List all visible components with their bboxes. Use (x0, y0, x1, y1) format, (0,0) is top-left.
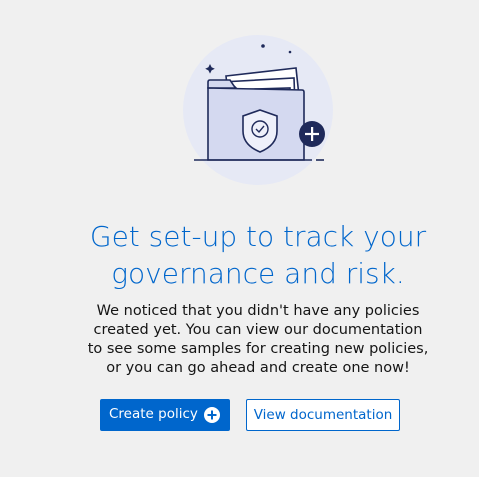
view-documentation-button[interactable]: View documentation (246, 399, 400, 431)
empty-state: Get set-up to track your governance and … (0, 0, 479, 477)
heading-line: Get set-up to track your (89, 220, 427, 253)
create-policy-button[interactable]: Create policy (100, 399, 230, 431)
create-policy-label: Create policy (109, 406, 198, 422)
body-line: or you can go ahead and create one now! (106, 360, 410, 376)
heading-line: governance and risk. (111, 257, 405, 290)
empty-state-body: We noticed that you didn't have any poli… (0, 302, 479, 378)
body-line: to see some samples for creating new pol… (87, 341, 429, 357)
body-line: We noticed that you didn't have any poli… (96, 303, 420, 319)
folder-shield-icon (183, 35, 333, 185)
body-line: created yet. You can view our documentat… (93, 322, 423, 338)
empty-state-heading: Get set-up to track your governance and … (0, 218, 479, 292)
plus-circle-icon (204, 407, 220, 423)
